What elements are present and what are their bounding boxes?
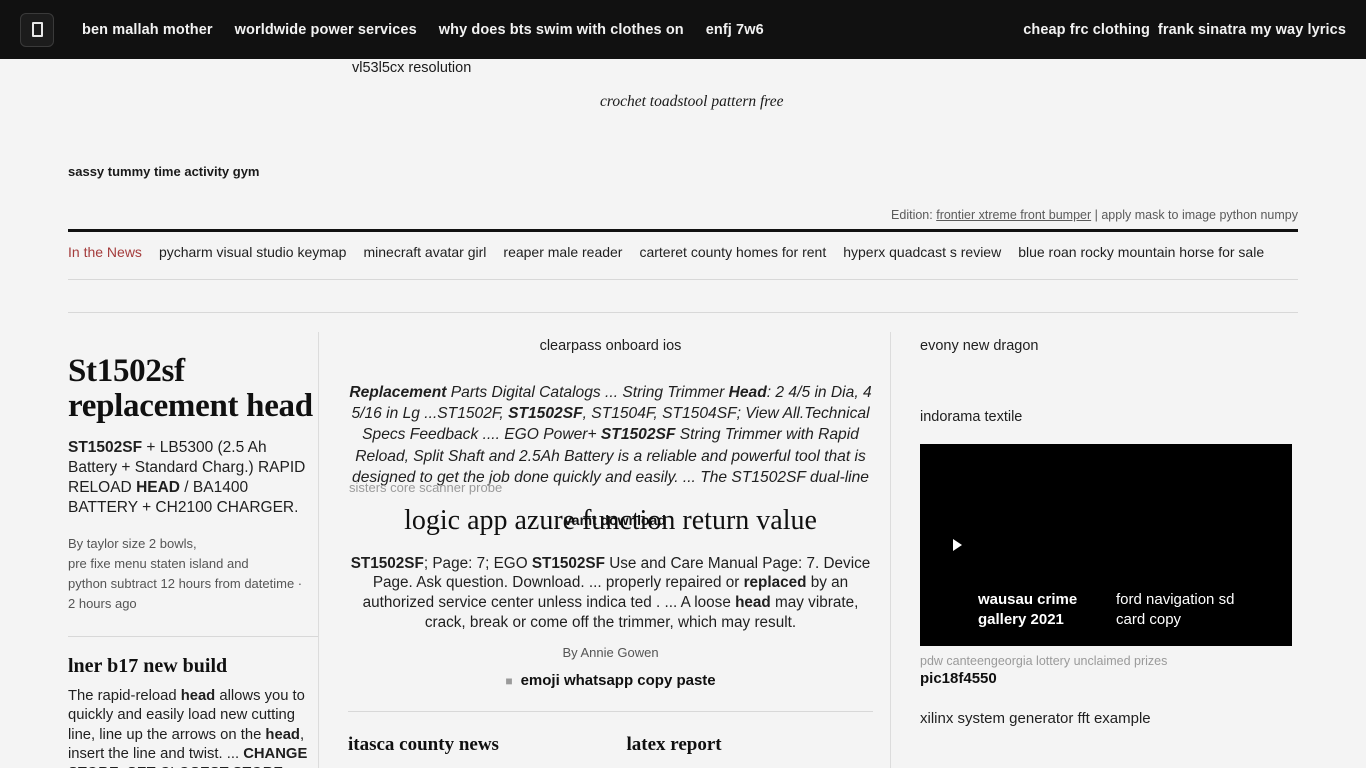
- mid-blurb: Replacement Parts Digital Catalogs ... S…: [349, 384, 872, 486]
- mid-bullet-item[interactable]: ■ emoji whatsapp copy paste: [348, 672, 873, 689]
- left-headline[interactable]: St1502sf replacement head: [68, 354, 318, 423]
- floating-keyword-sassy[interactable]: sassy tummy time activity gym: [68, 164, 259, 179]
- column-divider-left: [318, 332, 319, 768]
- left-section-rule: [68, 636, 318, 638]
- top-navigation-bar: ben mallah mother worldwide power servic…: [0, 0, 1366, 59]
- left-column: St1502sf replacement head ST1502SF + LB5…: [68, 332, 318, 768]
- mid-bullet-label: emoji whatsapp copy paste: [520, 672, 716, 690]
- news-nav-item-1[interactable]: minecraft avatar girl: [363, 244, 486, 260]
- mid-section-rule: [348, 711, 873, 713]
- video-subtitle: ford navigation sd card copy: [1116, 591, 1235, 628]
- news-nav-item-0[interactable]: pycharm visual studio keymap: [159, 244, 347, 260]
- edition-separator: |: [1094, 208, 1098, 222]
- top-nav-left-links: ben mallah mother worldwide power servic…: [82, 22, 1023, 38]
- right-kicker-2[interactable]: indorama textile: [920, 409, 1298, 425]
- left-sub-body: The rapid-reload head allows you to quic…: [68, 688, 308, 768]
- mid-byline: By Annie Gowen: [562, 645, 659, 661]
- bullet-dot-icon: ■: [505, 674, 513, 689]
- top-nav-link-2[interactable]: why does bts swim with clothes on: [439, 22, 684, 38]
- mid-sub-columns: itasca county news By adventure time ani…: [348, 734, 873, 768]
- top-nav-link-0[interactable]: ben mallah mother: [82, 22, 213, 38]
- in-the-news-nav: In the News pycharm visual studio keymap…: [68, 244, 1298, 260]
- floating-keyword-crochet[interactable]: crochet toadstool pattern free: [600, 93, 784, 111]
- masthead-rule: [68, 229, 1298, 232]
- top-nav-link-3[interactable]: enfj 7w6: [706, 22, 764, 38]
- mid-headline[interactable]: logic app azure function return value va…: [348, 504, 873, 538]
- right-column: evony new dragon indorama textile wausau…: [920, 332, 1298, 729]
- column-divider-right: [890, 332, 891, 768]
- play-triangle-icon[interactable]: [953, 539, 962, 551]
- mid-sub-item-1: latex report By John Woodrow Cox: [627, 734, 874, 768]
- menu-button[interactable]: [20, 12, 54, 47]
- video-title: wausau crime gallery 2021: [978, 591, 1078, 628]
- news-nav-item-3[interactable]: carteret county homes for rent: [639, 244, 826, 260]
- floating-keyword-resolution[interactable]: vl53l5cx resolution: [352, 60, 471, 76]
- news-nav-item-5[interactable]: blue roan rocky mountain horse for sale: [1018, 244, 1264, 260]
- in-the-news-label[interactable]: In the News: [68, 244, 142, 260]
- middle-column: clearpass onboard ios Replacement Parts …: [348, 332, 873, 768]
- right-caption: pdw canteengeorgia lottery unclaimed pri…: [920, 654, 1168, 668]
- overlay-keyword-vamt[interactable]: vamt download: [564, 512, 666, 529]
- left-sub-headline[interactable]: lner b17 new build: [68, 655, 318, 678]
- top-nav-link-1[interactable]: worldwide power services: [235, 22, 417, 38]
- edition-link[interactable]: frontier xtreme front bumper: [936, 208, 1091, 222]
- news-nav-item-4[interactable]: hyperx quadcast s review: [843, 244, 1001, 260]
- edition-line: Edition: frontier xtreme front bumper | …: [68, 208, 1298, 222]
- mid-body: ST1502SF; Page: 7; EGO ST1502SF Use and …: [350, 554, 871, 632]
- right-strong-label[interactable]: pic18f4550: [920, 670, 1298, 687]
- top-nav-right-link-1[interactable]: frank sinatra my way lyrics: [1158, 22, 1346, 38]
- video-card[interactable]: wausau crime gallery 2021 ford navigatio…: [920, 444, 1292, 646]
- nav-rule-upper: [68, 279, 1298, 280]
- nav-rule-lower: [68, 312, 1298, 313]
- left-lede: ST1502SF + LB5300 (2.5 Ah Battery + Stan…: [68, 439, 306, 516]
- edition-label: Edition:: [891, 208, 933, 222]
- edition-trailing[interactable]: apply mask to image python numpy: [1101, 208, 1298, 222]
- mid-sub-item-0: itasca county news By adventure time ani…: [348, 734, 595, 768]
- mid-sub-headline-1[interactable]: latex report: [627, 734, 874, 756]
- book-icon: [31, 22, 43, 37]
- right-kicker-1[interactable]: evony new dragon: [920, 338, 1298, 354]
- mid-kicker[interactable]: clearpass onboard ios: [348, 338, 873, 354]
- right-tail-text[interactable]: xilinx system generator fft example: [920, 709, 1298, 729]
- left-byline: By taylor size 2 bowls, pre fixe menu sta…: [68, 535, 303, 612]
- top-nav-right-links: cheap frc clothing frank sinatra my way …: [1023, 22, 1346, 38]
- top-nav-right-link-0[interactable]: cheap frc clothing: [1023, 22, 1150, 38]
- mid-sub-headline-0[interactable]: itasca county news: [348, 734, 595, 756]
- overlay-keyword-probe[interactable]: sisters core scanner probe: [349, 480, 502, 495]
- news-nav-item-2[interactable]: reaper male reader: [503, 244, 622, 260]
